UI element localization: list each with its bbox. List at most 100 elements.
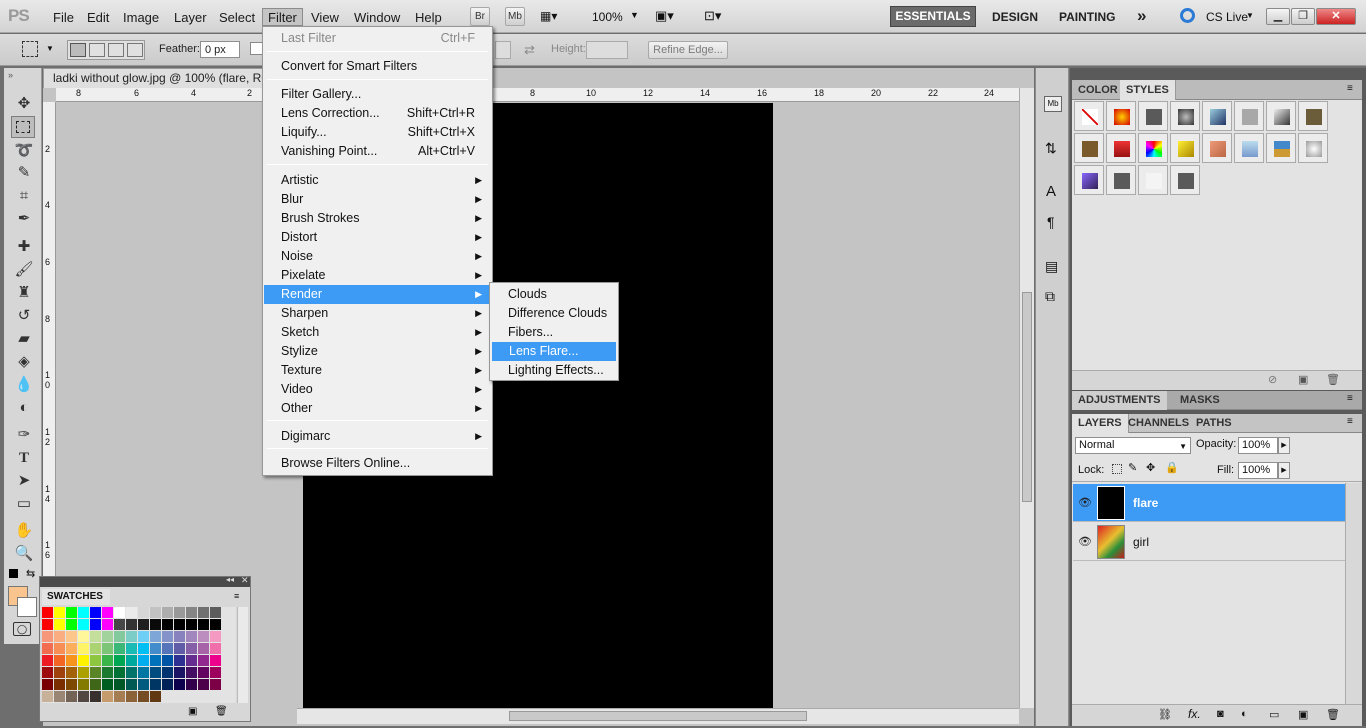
color-swatch[interactable]	[126, 655, 137, 666]
default-colors-icon[interactable]	[9, 569, 18, 578]
color-swatch[interactable]	[42, 667, 53, 678]
color-swatch[interactable]	[42, 691, 53, 702]
color-swatch[interactable]	[138, 619, 149, 630]
color-swatch[interactable]	[66, 607, 77, 618]
color-swatch[interactable]	[186, 679, 197, 690]
panel-menu-icon[interactable]: ≡	[1347, 83, 1353, 94]
scroll-thumb[interactable]	[1022, 292, 1032, 502]
color-swatch[interactable]	[186, 655, 197, 666]
menu-view[interactable]: View	[306, 9, 344, 27]
collapse-icon[interactable]: »	[8, 70, 13, 80]
minimize-button[interactable]: ▁	[1266, 8, 1290, 25]
opacity-input[interactable]: 100%	[1238, 437, 1278, 454]
color-swatch[interactable]	[126, 643, 137, 654]
color-swatch[interactable]	[78, 619, 89, 630]
color-swatch[interactable]	[210, 643, 221, 654]
color-swatch[interactable]	[186, 691, 197, 702]
new-group-icon[interactable]: ▭	[1269, 708, 1279, 721]
eyedropper-tool-icon[interactable]: ✒	[12, 208, 36, 230]
new-layer-icon[interactable]: ▣	[1298, 708, 1308, 721]
color-swatch[interactable]	[66, 691, 77, 702]
style-swatch[interactable]	[1234, 133, 1264, 163]
menu-item-distort[interactable]: Distort ▶	[264, 228, 491, 247]
color-swatch[interactable]	[138, 607, 149, 618]
color-swatch[interactable]	[66, 655, 77, 666]
cs-live-label[interactable]: CS Live	[1206, 10, 1248, 24]
color-swatch[interactable]	[78, 607, 89, 618]
color-swatch[interactable]	[210, 667, 221, 678]
layer-row-flare[interactable]: 👁 flare	[1073, 484, 1345, 522]
color-swatch[interactable]	[54, 643, 65, 654]
color-swatch[interactable]	[114, 691, 125, 702]
color-swatch[interactable]	[186, 619, 197, 630]
color-swatch[interactable]	[174, 619, 185, 630]
trash-icon[interactable]: 🗑	[215, 706, 228, 717]
tab-color[interactable]: COLOR	[1072, 80, 1124, 100]
color-swatch[interactable]	[102, 607, 113, 618]
trash-icon[interactable]: 🗑	[1326, 373, 1340, 386]
new-style-icon[interactable]: ▣	[1298, 373, 1308, 386]
menu-item-texture[interactable]: Texture ▶	[264, 361, 491, 380]
tab-masks[interactable]: MASKS	[1174, 391, 1226, 410]
color-swatch[interactable]	[162, 607, 173, 618]
chevron-down-icon[interactable]: ▼	[46, 44, 54, 53]
color-swatch[interactable]	[78, 679, 89, 690]
color-swatch[interactable]	[102, 643, 113, 654]
character-panel-icon[interactable]: A	[1046, 183, 1056, 200]
menu-item-render[interactable]: Render ▶	[264, 285, 491, 304]
swatches-tab[interactable]: SWATCHES	[42, 589, 110, 605]
swatches-scrollbar[interactable]	[237, 607, 248, 703]
color-swatch[interactable]	[42, 631, 53, 642]
more-workspaces-icon[interactable]: »	[1137, 6, 1146, 26]
workspace-painting[interactable]: PAINTING	[1059, 10, 1115, 24]
tab-styles[interactable]: STYLES	[1120, 80, 1176, 100]
type-tool-icon[interactable]: T	[12, 447, 36, 469]
color-swatch[interactable]	[174, 679, 185, 690]
menu-item-video[interactable]: Video ▶	[264, 380, 491, 399]
document-tab[interactable]: ladki without glow.jpg @ 100% (flare, RG	[43, 68, 263, 88]
menu-file[interactable]: File	[48, 9, 79, 27]
color-swatch[interactable]	[150, 631, 161, 642]
color-swatch[interactable]	[114, 643, 125, 654]
swap-icon[interactable]: ⇄	[524, 42, 535, 58]
color-swatch[interactable]	[162, 655, 173, 666]
color-swatch[interactable]	[54, 691, 65, 702]
color-swatch[interactable]	[78, 667, 89, 678]
color-swatch[interactable]	[174, 667, 185, 678]
style-swatch[interactable]	[1170, 165, 1200, 195]
tab-channels[interactable]: CHANNELS	[1122, 414, 1195, 433]
color-swatch[interactable]	[114, 631, 125, 642]
add-mask-icon[interactable]: ◙	[1217, 708, 1224, 720]
chevron-down-icon[interactable]: ▼	[1246, 11, 1254, 20]
color-swatch[interactable]	[90, 619, 101, 630]
style-swatch[interactable]	[1138, 165, 1168, 195]
visibility-eye-icon[interactable]: 👁	[1078, 535, 1092, 548]
color-swatch[interactable]	[186, 607, 197, 618]
color-swatch[interactable]	[126, 667, 137, 678]
menu-item-noise[interactable]: Noise ▶	[264, 247, 491, 266]
color-swatch[interactable]	[114, 667, 125, 678]
color-swatch[interactable]	[138, 679, 149, 690]
style-swatch[interactable]	[1202, 101, 1232, 131]
panel-menu-icon[interactable]: ≡	[1347, 393, 1353, 404]
style-swatch[interactable]	[1106, 101, 1136, 131]
lock-transparency-icon[interactable]	[1112, 464, 1122, 474]
color-swatch[interactable]	[162, 631, 173, 642]
menu-item-vanishing-point[interactable]: Vanishing Point... Alt+Ctrl+V	[264, 142, 491, 161]
menu-item-digimarc[interactable]: Digimarc ▶	[264, 427, 491, 446]
opacity-slider-button[interactable]: ▶	[1278, 437, 1290, 454]
layer-row-girl[interactable]: 👁 girl	[1073, 523, 1345, 561]
cs-live-icon[interactable]	[1180, 8, 1195, 23]
color-swatch[interactable]	[78, 655, 89, 666]
color-swatch[interactable]	[174, 655, 185, 666]
color-swatch[interactable]	[114, 607, 125, 618]
color-swatch[interactable]	[174, 691, 185, 702]
menu-item-clouds[interactable]: Clouds	[491, 285, 617, 304]
color-swatch[interactable]	[114, 655, 125, 666]
color-swatch[interactable]	[150, 607, 161, 618]
color-swatch[interactable]	[198, 691, 209, 702]
color-swatch[interactable]	[78, 691, 89, 702]
color-swatch[interactable]	[66, 679, 77, 690]
color-swatch[interactable]	[102, 667, 113, 678]
clear-style-icon[interactable]: ⊘	[1268, 373, 1277, 386]
